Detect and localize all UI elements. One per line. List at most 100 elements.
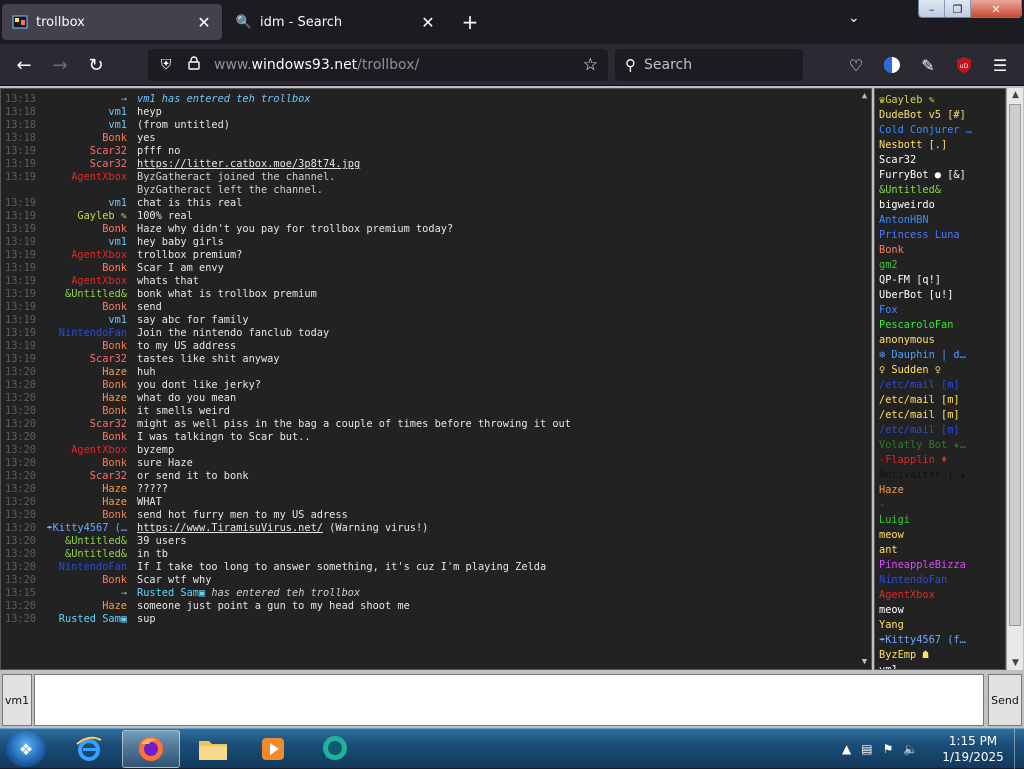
user-list-item[interactable]: Bonk [879,243,1001,258]
message-nick[interactable]: Bonk [102,262,127,275]
user-list-item[interactable]: ☂Kitty4567 (f… [879,633,1001,648]
user-list-item[interactable]: Volatly Bot ★… [879,438,1001,453]
scroll-up-icon[interactable]: ▲ [1007,90,1024,100]
user-list-scrollbar[interactable]: ▲ ▼ [1006,88,1023,670]
message-nick[interactable]: ☂Kitty4567 (… [46,522,127,535]
close-tab-icon[interactable]: ✕ [196,13,212,32]
url-bar[interactable]: ⛨ www.windows93.net/trollbox/ ☆ [148,49,608,81]
user-list-item[interactable]: UberBot [u!] [879,288,1001,303]
message-nick[interactable]: vm1 [108,236,127,249]
clock[interactable]: 1:15 PM 1/19/2025 [935,733,1011,765]
action-center-flag-icon[interactable]: ⚑ [883,742,894,756]
user-list-item[interactable]: Cold Conjurer … [879,123,1001,138]
user-list-item[interactable]: meow [879,528,1001,543]
show-hidden-icons-chevron-up-icon[interactable]: ▲ [842,742,851,756]
message-nick[interactable]: AgentXbox [71,171,127,184]
message-nick[interactable]: Bonk [102,379,127,392]
message-nick[interactable]: &Untitled& [65,288,127,301]
message-nick[interactable]: Scar32 [90,158,127,171]
bookmark-star-icon[interactable]: ☆ [583,55,598,75]
message-nick[interactable]: Scar32 [90,418,127,431]
media-player-icon[interactable] [244,730,302,768]
user-list-item[interactable]: /etc/mail [m] [879,408,1001,423]
list-all-tabs-chevron-down-icon[interactable]: ⌄ [848,10,860,26]
show-desktop-button[interactable] [1014,729,1024,769]
user-list-item[interactable]: AntonHBN [879,213,1001,228]
lock-icon[interactable] [184,56,204,74]
user-list-item[interactable]: gm2 [879,258,1001,273]
dark-reader-icon[interactable] [880,53,904,77]
scroll-down-icon[interactable]: ▼ [857,657,871,667]
message-nick[interactable]: &Untitled& [65,535,127,548]
user-list-item[interactable]: Fox [879,303,1001,318]
user-list-item[interactable]: NintendoFan [879,573,1001,588]
user-list-item[interactable]: /etc/mail [m] [879,393,1001,408]
message-nick[interactable]: Haze [102,483,127,496]
url-text[interactable]: www.windows93.net/trollbox/ [214,57,419,73]
user-list-item[interactable]: ByzEmp ☗ [879,648,1001,663]
shield-icon[interactable]: ⛨ [156,57,176,73]
user-list[interactable]: ♛Gayleb ✎ DudeBot v5 [#] Cold Conjurer … Ne… [874,88,1006,670]
message-nick[interactable]: AgentXbox [71,249,127,262]
message-nick[interactable]: &Untitled& [65,548,127,561]
message-nick[interactable]: vm1 [108,106,127,119]
ublock-origin-icon[interactable]: uD [952,53,976,77]
firefox-icon[interactable] [122,730,180,768]
back-arrow-icon[interactable]: ← [12,53,36,77]
message-nick[interactable]: Haze [102,496,127,509]
message-nick[interactable]: AgentXbox [71,275,127,288]
user-list-item[interactable]: QP-FM [q!] [879,273,1001,288]
user-list-item[interactable]: Scar32 [879,153,1001,168]
message-nick[interactable]: NintendoFan [59,561,127,574]
user-list-item[interactable]: anonymous [879,333,1001,348]
message-nick[interactable]: NintendoFan [59,327,127,340]
user-list-item[interactable]: /etc/mail [m] [879,423,1001,438]
search-bar[interactable]: ⚲ Search [615,49,803,81]
user-list-item[interactable]: /etc/mail [m] [879,378,1001,393]
message-nick[interactable]: Bonk [102,223,127,236]
start-button-windows-icon[interactable]: ❖ [6,731,46,767]
chat-app-icon[interactable] [306,730,364,768]
network-icon[interactable]: ▤ [861,742,872,756]
message-link[interactable]: https://litter.catbox.moe/3p8t74.jpg [137,158,360,170]
message-nick[interactable]: vm1 [108,314,127,327]
tab-trollbox[interactable]: trollbox ✕ [2,4,222,40]
message-nick[interactable]: Haze [102,366,127,379]
send-button[interactable]: Send [988,674,1022,726]
user-list-item[interactable]: vm1 [879,663,1001,669]
message-nick[interactable]: Scar32 [90,353,127,366]
message-nick[interactable]: Haze [102,600,127,613]
message-link[interactable]: https://www.TiramisuVirus.net/ [137,522,323,534]
message-nick[interactable]: Scar32 [90,470,127,483]
extensions-puzzle-icon[interactable]: ✎ [916,53,940,77]
tab-idm-search[interactable]: 🔍 idm - Search ✕ [226,4,446,40]
menu-hamburger-icon[interactable]: ☰ [988,53,1012,77]
message-nick[interactable]: Gayleb ✎ [77,210,127,223]
user-list-item[interactable]: ♀ Sudden ♀ [879,363,1001,378]
user-list-item[interactable]: meow [879,603,1001,618]
nickname-button[interactable]: vm1 [2,674,32,726]
chat-scrollbar[interactable]: ▲ ▼ [857,89,871,669]
message-nick[interactable]: Bonk [102,457,127,470]
user-list-item[interactable]: PineappleBizza [879,558,1001,573]
user-list-item[interactable]: &Untitled& [879,183,1001,198]
user-list-item[interactable]: Nesbott [.] [879,138,1001,153]
user-list-item[interactable]: ❄ Dauphin | d… [879,348,1001,363]
message-nick[interactable]: → [121,93,127,106]
entering-user[interactable]: Rusted Sam▣ [137,587,205,599]
pocket-icon[interactable]: ♡ [844,53,868,77]
message-nick[interactable]: vm1 [108,119,127,132]
user-list-item[interactable]: PescaroloFan [879,318,1001,333]
reload-icon[interactable]: ↻ [84,53,108,77]
scroll-up-icon[interactable]: ▲ [857,91,871,101]
message-nick[interactable]: Bonk [102,509,127,522]
message-nick[interactable]: Haze [102,392,127,405]
message-nick[interactable]: vm1 [108,197,127,210]
message-nick[interactable]: Bonk [102,340,127,353]
close-tab-icon[interactable]: ✕ [420,13,436,32]
user-list-item[interactable]: ♛Gayleb ✎ [879,93,1001,108]
chat-log[interactable]: 13:13 → vm1 has entered teh trollbox 13:18 v… [0,88,872,670]
scrollbar-thumb[interactable] [1009,104,1021,626]
user-list-item[interactable]: AgentXbox [879,588,1001,603]
user-list-item[interactable]: ant [879,543,1001,558]
